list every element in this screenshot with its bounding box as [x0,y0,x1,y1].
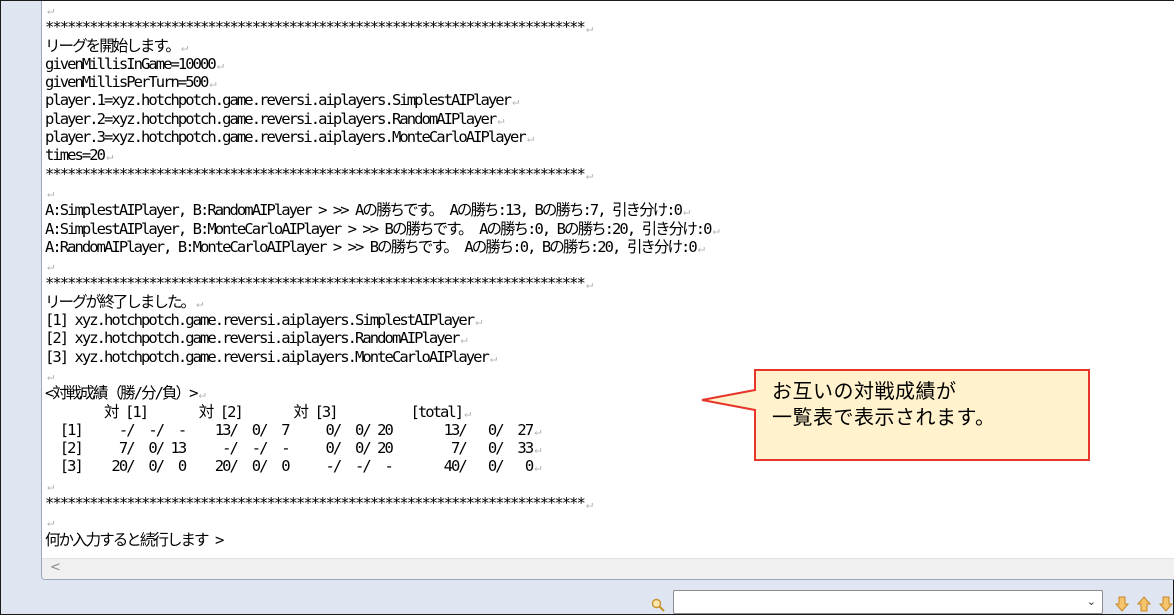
console-line[interactable]: ****************************************… [45,165,1174,183]
search-icon [651,598,665,612]
console-line[interactable]: ↵ [45,476,1174,494]
console-line-text[interactable]: ****************************************… [45,165,586,183]
line-break-icon: ↵ [534,423,542,438]
console-line[interactable]: 何か入力すると続行します > [45,531,1174,549]
line-break-icon: ↵ [196,295,204,310]
console-line-text[interactable]: [1] xyz.hotchpotch.game.reversi.aiplayer… [45,311,475,329]
callout-text: お互いの対戦成績が 一覧表で表示されます。 [772,378,1082,430]
line-break-icon: ↵ [585,277,594,292]
console-line[interactable]: givenMillisInGame=10000 ↵ [45,55,1174,73]
line-break-icon: ↵ [585,21,594,36]
line-break-icon: ↵ [697,240,706,255]
console-line[interactable]: [3] xyz.hotchpotch.game.reversi.aiplayer… [45,348,1174,366]
line-break-icon: ↵ [180,39,189,54]
console-line-text[interactable]: player.2=xyz.hotchpotch.game.reversi.aip… [45,110,497,128]
line-break-icon: ↵ [47,515,55,530]
console-line[interactable]: ↵ [45,256,1174,274]
arrow-down-icon[interactable] [1115,596,1129,612]
console-line-text[interactable]: times=20 [45,146,106,164]
line-break-icon: ↵ [497,112,505,127]
console-line[interactable]: givenMillisPerTurn=500 ↵ [45,73,1174,91]
console-text[interactable]: ↵ ***************************************… [45,1,1174,549]
callout-annotation: お互いの対戦成績が 一覧表で表示されます。 [700,368,1092,462]
console-line[interactable]: [2] xyz.hotchpotch.game.reversi.aiplayer… [45,329,1174,347]
console-line-text[interactable]: 対 [1] 対 [2] 対 [3] [total] [45,403,464,421]
console-line-text[interactable]: リーグが終了しました。 [45,293,196,311]
line-break-icon: ↵ [216,57,225,72]
chevron-down-icon[interactable]: ⌄ [1087,595,1096,608]
console-line-text[interactable]: ****************************************… [45,18,586,36]
console-line-text[interactable]: ****************************************… [45,274,586,292]
callout-line-1: お互いの対戦成績が [772,379,957,403]
console-line-text[interactable]: [3] 20/ 0/ 0 20/ 0/ 0 -/ -/ - 40/ 0/ 0 [45,457,534,475]
console-line-text[interactable]: A:RandomAIPlayer, B:MonteCarloAIPlayer >… [45,238,698,256]
console-line[interactable]: A:SimplestAIPlayer, B:RandomAIPlayer > >… [45,201,1174,219]
console-line[interactable]: [1] xyz.hotchpotch.game.reversi.aiplayer… [45,311,1174,329]
line-break-icon: ↵ [585,167,594,182]
line-break-icon: ↵ [534,442,542,457]
console-line-text[interactable]: givenMillisInGame=10000 [45,55,217,73]
callout-line-2: 一覧表で表示されます。 [772,405,996,429]
console-line[interactable]: times=20 ↵ [45,146,1174,164]
horizontal-scrollbar[interactable]: < [42,558,1174,579]
console-line-text[interactable]: A:SimplestAIPlayer, B:MonteCarloAIPlayer… [45,220,712,238]
console-line[interactable]: リーグを開始します。 ↵ [45,37,1174,55]
line-break-icon: ↵ [106,149,114,164]
search-input[interactable]: ⌄ [673,590,1103,614]
line-break-icon: ↵ [712,222,720,237]
console-line-text[interactable]: [3] xyz.hotchpotch.game.reversi.aiplayer… [45,348,490,366]
console-line-text[interactable]: player.3=xyz.hotchpotch.game.reversi.aip… [45,128,527,146]
console-line[interactable]: ****************************************… [45,274,1174,292]
console-line-text[interactable]: [2] 7/ 0/ 13 -/ -/ - 0/ 0/ 20 7/ 0/ 33 [45,439,534,457]
line-break-icon: ↵ [198,387,206,402]
line-break-icon: ↵ [47,185,55,200]
console-line[interactable]: A:SimplestAIPlayer, B:MonteCarloAIPlayer… [45,220,1174,238]
console-line-text[interactable]: givenMillisPerTurn=500 [45,73,209,91]
console-line-text[interactable]: player.1=xyz.hotchpotch.game.reversi.aip… [45,91,512,109]
console-line[interactable]: A:RandomAIPlayer, B:MonteCarloAIPlayer >… [45,238,1174,256]
line-break-icon: ↵ [47,478,55,493]
scroll-left-arrow[interactable]: < [50,560,61,575]
console-line-text[interactable]: <対戦成績（勝/分/負）> [45,384,198,402]
console-line[interactable]: ↵ [45,1,1174,18]
console-line[interactable]: player.1=xyz.hotchpotch.game.reversi.aip… [45,91,1174,109]
line-break-icon: ↵ [475,314,483,329]
line-break-icon: ↵ [47,259,55,274]
console-output-pane[interactable]: ↵ ***************************************… [41,1,1174,580]
line-break-icon: ↵ [534,460,542,475]
find-toolbar: ⌄ [1,580,1174,616]
console-line[interactable]: ****************************************… [45,494,1174,512]
console-line-text[interactable]: リーグを開始します。 [45,37,181,55]
window-frame: ↵ ***************************************… [0,0,1174,615]
console-line[interactable]: ****************************************… [45,18,1174,36]
line-break-icon: ↵ [512,94,520,109]
line-break-icon: ↵ [47,3,55,17]
console-line-text[interactable]: [1] -/ -/ - 13/ 0/ 7 0/ 0/ 20 13/ 0/ 27 [45,421,534,439]
console-line-text[interactable]: ****************************************… [45,494,586,512]
console-line[interactable]: player.3=xyz.hotchpotch.game.reversi.aip… [45,128,1174,146]
arrow-up-icon[interactable] [1137,596,1151,612]
console-line[interactable]: リーグが終了しました。 ↵ [45,293,1174,311]
line-break-icon: ↵ [585,497,594,512]
line-break-icon: ↵ [464,405,472,420]
line-break-icon: ↵ [489,350,498,365]
console-line[interactable]: ↵ [45,512,1174,530]
console-line-text[interactable]: 何か入力すると続行します > [45,531,224,549]
line-break-icon: ↵ [683,204,691,219]
console-line[interactable]: player.2=xyz.hotchpotch.game.reversi.aip… [45,110,1174,128]
console-line-text[interactable]: [2] xyz.hotchpotch.game.reversi.aiplayer… [45,329,460,347]
arrow-down-more-icon[interactable] [1159,596,1173,612]
line-break-icon: ↵ [526,131,535,146]
console-line-text[interactable]: A:SimplestAIPlayer, B:RandomAIPlayer > >… [45,201,683,219]
console-line[interactable]: ↵ [45,183,1174,201]
line-break-icon: ↵ [460,332,468,347]
line-break-icon: ↵ [47,368,55,383]
line-break-icon: ↵ [209,76,217,91]
